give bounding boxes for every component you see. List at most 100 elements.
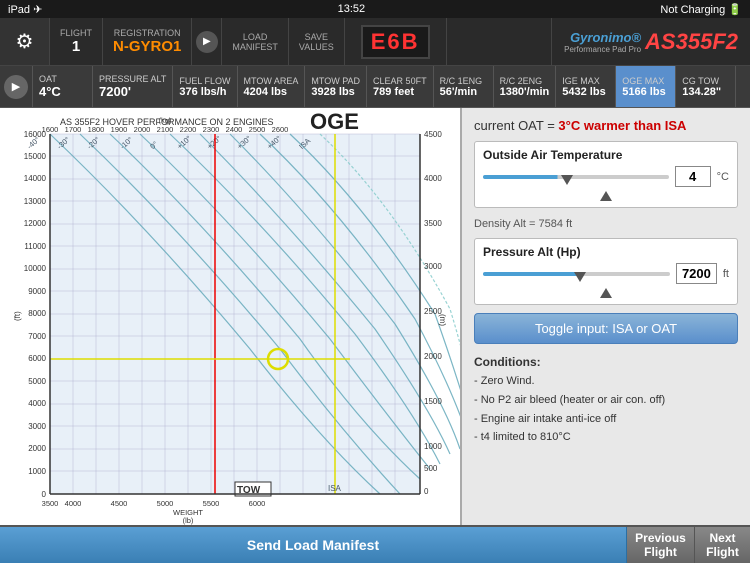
oat-value-box: 4 [675,166,711,187]
svg-text:2600: 2600 [272,125,289,134]
svg-text:500: 500 [424,464,438,473]
play-icon: ▶ [196,31,218,53]
metric-c50-label: Clear 50ft [373,76,427,86]
metric-mp-label: MTOW Pad [311,76,360,86]
metric-mp-value: 3928 lbs [311,86,360,98]
metric-oge-value: 5166 lbs [622,86,669,98]
density-alt-text: Density Alt = 7584 ft [474,218,738,230]
send-load-manifest-button[interactable]: Send Load Manifest [0,527,627,563]
svg-text:2300: 2300 [203,125,220,134]
registration-info: Registration N-GYRO1 [103,18,192,65]
status-bar: iPad ✈ 13:52 Not Charging 🔋 [0,0,750,18]
svg-text:(m): (m) [438,314,447,326]
metric-oge-max: OGE max 5166 lbs [616,66,676,107]
performance-chart: AS 355F2 HOVER PERFORMANCE ON 2 ENGINES … [0,108,460,525]
load-manifest-button[interactable]: Load Manifest [222,18,289,65]
metric-cg-value: 134.28" [682,86,729,98]
pressure-value-box: 7200 [676,263,717,284]
metric-oat: OAT 4°C [33,66,93,107]
conditions-box: Conditions: - Zero Wind. - No P2 air ble… [474,352,738,447]
svg-text:14000: 14000 [24,174,47,183]
pressure-unit: ft [723,268,729,280]
flight-info: Flight 1 [50,18,103,65]
load-manifest-label2: Manifest [232,42,278,52]
svg-text:2100: 2100 [157,125,174,134]
logo-performance: Performance Pad Pro [564,45,641,54]
metric-ma-label: MTOW Area [244,76,299,86]
metrics-play[interactable]: ▶ [0,66,33,107]
next-flight-button[interactable]: NextFlight [695,527,750,563]
metric-rc1: R/C 1Eng 56'/min [434,66,494,107]
svg-text:1800: 1800 [88,125,105,134]
logo-area: Gyronimo® Performance Pad Pro AS355F2 [551,18,750,65]
svg-text:2000: 2000 [424,352,442,361]
save-values-label: Save [305,32,328,42]
condition-3: - Engine air intake anti-ice off [474,410,738,429]
svg-text:2200: 2200 [180,125,197,134]
chart-area: AS 355F2 HOVER PERFORMANCE ON 2 ENGINES … [0,108,460,525]
oat-slider-track[interactable] [483,175,669,179]
load-manifest-label: Load [243,32,268,42]
svg-text:5000: 5000 [157,499,174,508]
svg-text:OGE: OGE [310,109,359,134]
metric-palt-label: Pressure Alt [99,74,166,84]
metric-pressure-alt: Pressure Alt 7200' [93,66,173,107]
svg-text:2400: 2400 [226,125,243,134]
svg-text:7000: 7000 [28,332,46,341]
svg-text:4000: 4000 [424,174,442,183]
svg-text:8000: 8000 [28,309,46,318]
svg-text:2500: 2500 [249,125,266,134]
svg-text:5000: 5000 [28,377,46,386]
toolbar: ⚙ Flight 1 Registration N-GYRO1 ▶ Load M… [0,18,750,66]
svg-text:1700: 1700 [65,125,82,134]
svg-text:0: 0 [424,487,429,496]
play-button[interactable]: ▶ [192,18,222,65]
svg-text:2000: 2000 [134,125,151,134]
metric-rc2-value: 1380'/min [500,86,550,98]
svg-text:4500: 4500 [424,130,442,139]
svg-text:11000: 11000 [24,242,46,251]
svg-text:ISA: ISA [328,484,342,493]
svg-text:1600: 1600 [42,125,59,134]
svg-text:(lb): (lb) [183,516,194,525]
svg-text:(kg): (kg) [159,116,172,125]
svg-text:2000: 2000 [28,444,46,453]
svg-text:6000: 6000 [28,354,46,363]
metric-cg-tow: CG TOW 134.28" [676,66,736,107]
svg-text:13000: 13000 [24,197,47,206]
pressure-slider-row: 7200 ft [483,263,729,284]
oat-slider-label: Outside Air Temperature [483,148,729,162]
metric-rc2-label: R/C 2Eng [500,76,550,86]
metric-oat-label: OAT [39,74,86,84]
pressure-slider-track[interactable] [483,272,670,276]
previous-flight-button[interactable]: PreviousFlight [627,527,695,563]
flight-label: Flight [60,28,92,38]
bottom-bar: Send Load Manifest PreviousFlight NextFl… [0,525,750,563]
metric-rc1-value: 56'/min [440,86,487,98]
logo-model: AS355F2 [645,29,738,55]
svg-text:4500: 4500 [111,499,128,508]
save-values-button[interactable]: Save Values [289,18,345,65]
svg-text:0: 0 [42,490,47,499]
svg-text:12000: 12000 [24,219,47,228]
pressure-slider-section: Pressure Alt (Hp) 7200 ft [474,238,738,305]
metric-ma-value: 4204 lbs [244,86,299,98]
svg-text:3000: 3000 [28,422,46,431]
metric-oat-value: 4°C [39,84,86,99]
metric-rc1-label: R/C 1Eng [440,76,487,86]
svg-text:1000: 1000 [424,442,442,451]
svg-text:15000: 15000 [24,152,47,161]
svg-text:3000: 3000 [424,262,442,271]
gear-button[interactable]: ⚙ [0,18,50,65]
save-values-label2: Values [299,42,334,52]
registration-value: N-GYRO1 [113,38,181,55]
oat-unit: °C [717,171,729,183]
svg-text:(ft): (ft) [13,311,22,321]
status-right: Not Charging 🔋 [660,3,742,16]
metric-oge-label: OGE max [622,76,669,86]
svg-text:9000: 9000 [28,287,46,296]
next-flight-label: NextFlight [706,531,739,560]
metric-palt-value: 7200' [99,84,166,99]
prev-flight-label: PreviousFlight [635,531,686,560]
toggle-isa-oat-button[interactable]: Toggle input: ISA or OAT [474,313,738,344]
